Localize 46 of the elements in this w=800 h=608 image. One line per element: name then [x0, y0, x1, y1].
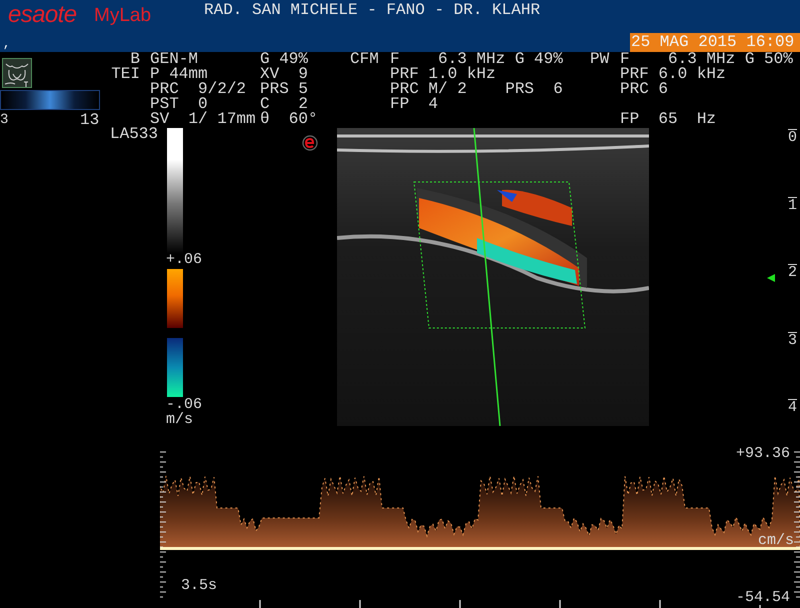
thyroid-preset-icon [2, 58, 32, 88]
parameter-label: TEI [110, 67, 140, 82]
parameter-value: PST 0 [150, 97, 208, 112]
probe-label: LA533 [110, 127, 158, 142]
velocity-negative-bar [167, 338, 183, 397]
velocity-unit-label: cm/s [758, 533, 794, 548]
parameter-value: G 49% [260, 52, 308, 67]
parameter-value: FP 4 [390, 97, 438, 112]
mode-label: PW [590, 52, 610, 67]
parameter-value: PRC M/ 2 PRS 6 [390, 82, 563, 97]
date-time: 25 MAG 2015 16:09 [630, 33, 800, 52]
velocity-positive-bar [167, 269, 183, 328]
parameter-value: XV 9 [260, 67, 308, 82]
product-name: MyLab [94, 5, 152, 27]
parameter-value: PRS 5 [260, 82, 308, 97]
scale-max-label: +.06 [166, 252, 202, 267]
parameter-value: SV 1/ 17mm [150, 112, 256, 127]
depth-label: 2 [788, 264, 798, 280]
focus-marker-icon [767, 274, 775, 282]
parameter-value: P 44mm [150, 67, 208, 82]
parameter-value: PRC 9/2/2 [150, 82, 246, 97]
parameter-value: C 2 [260, 97, 308, 112]
scale-min-label: -.06 [166, 397, 202, 412]
parameter-value: GEN-M [150, 52, 198, 67]
logo-mark-icon [302, 135, 318, 151]
clinic-title: RAD. SAN MICHELE - FANO - DR. KLAHR [204, 2, 540, 18]
parameter-label: B [130, 52, 140, 67]
parameter-value: PRF 1.0 kHz [390, 67, 496, 82]
parameter-value: PRF 6.0 kHz [620, 67, 726, 82]
comma-mark: , [3, 38, 10, 50]
velocity-min-label: -54.54 [736, 590, 790, 605]
scale-unit-label: m/s [166, 412, 194, 427]
depth-label: 0 [788, 129, 798, 145]
depth-label: 1 [788, 196, 798, 212]
map-min-label: 3 [0, 113, 8, 128]
mode-label: CFM [350, 52, 379, 67]
sweep-time-label: 3.5s [181, 578, 218, 593]
parameter-value: θ 60° [260, 112, 318, 127]
parameter-value: F 6.3 MHz G 50% [620, 52, 793, 67]
depth-label: 4 [788, 399, 798, 415]
map-max-label: 13 [80, 113, 100, 128]
depth-label: 3 [788, 332, 798, 348]
parameter-value: PRC 6 [620, 82, 668, 97]
brand-logo: esaote [8, 1, 76, 29]
parameter-value: FP 65 Hz [620, 112, 716, 127]
parameter-value: F 6.3 MHz G 49% [390, 52, 563, 67]
